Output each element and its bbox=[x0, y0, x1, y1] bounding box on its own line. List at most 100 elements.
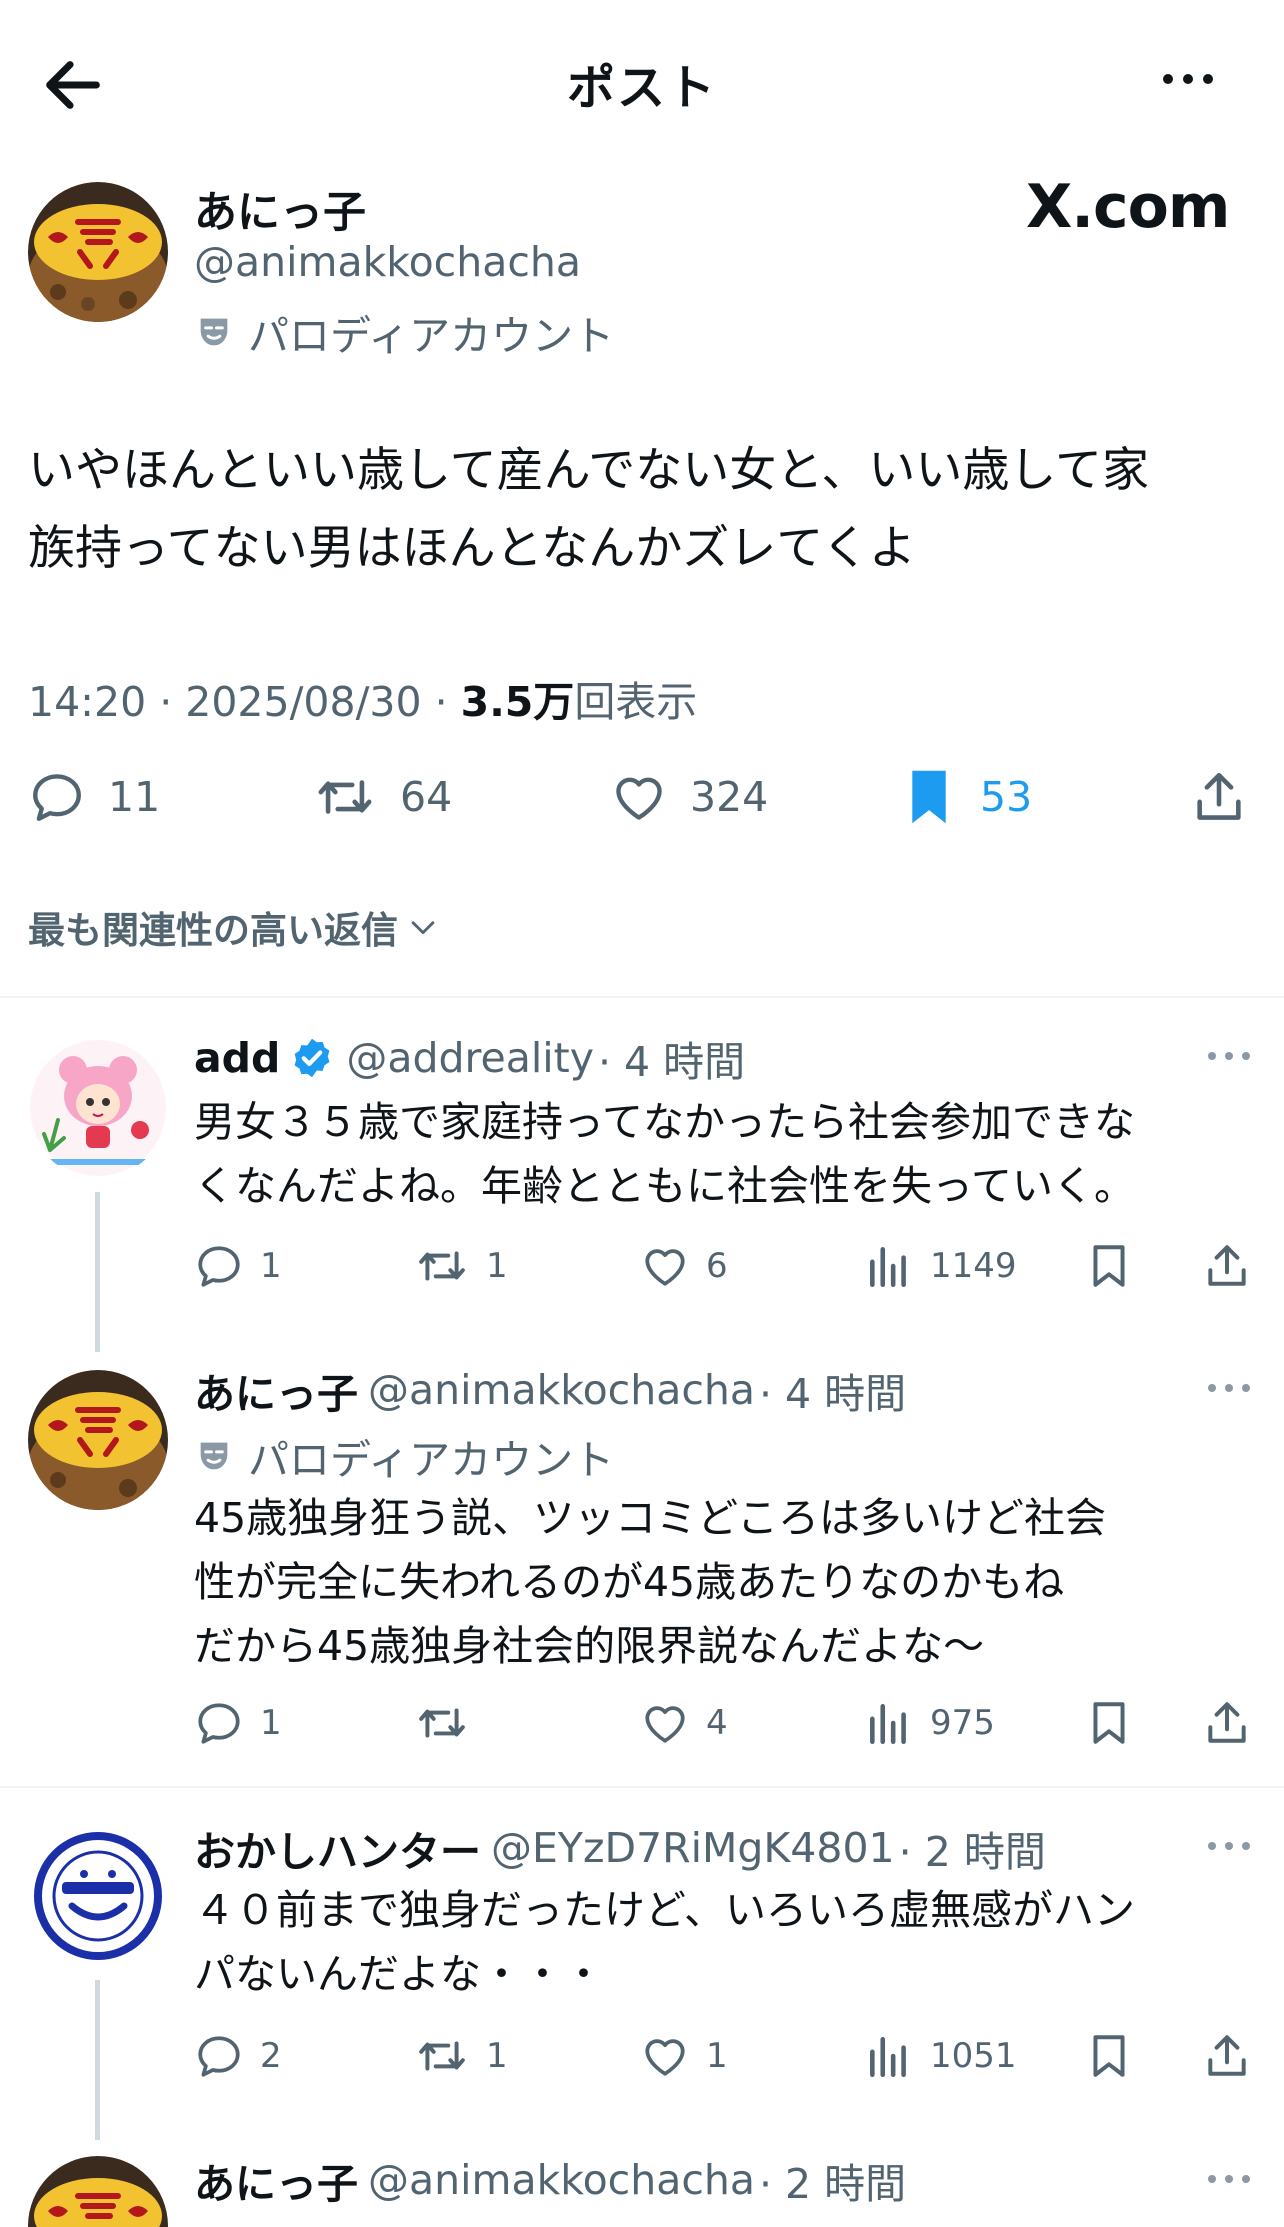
bookmark-icon bbox=[1093, 2035, 1125, 2077]
author-name[interactable]: あにっ子 bbox=[194, 178, 366, 240]
views-button[interactable]: 1051 bbox=[864, 2026, 1017, 2086]
verified-badge-icon bbox=[294, 1038, 330, 1078]
bookmark-button[interactable] bbox=[1084, 2026, 1134, 2086]
reply-handle[interactable]: @EYzD7RiMgK4801 bbox=[491, 1824, 895, 1872]
heart-icon bbox=[645, 1249, 685, 1286]
views-button[interactable]: 975 bbox=[864, 1693, 995, 1753]
author-avatar[interactable] bbox=[28, 182, 168, 322]
bookmark-button[interactable] bbox=[1084, 1693, 1134, 1753]
reply-time: · 2 時間 bbox=[898, 1828, 1046, 1876]
analytics-icon bbox=[870, 1247, 906, 1288]
reply-more-button[interactable] bbox=[1206, 1381, 1252, 1395]
retweet-icon bbox=[318, 780, 372, 814]
like-button[interactable]: 6 bbox=[640, 1236, 728, 1296]
reply-author-name[interactable]: add bbox=[194, 1034, 280, 1082]
reply-avatar[interactable] bbox=[28, 2156, 168, 2227]
share-icon bbox=[1208, 1702, 1246, 1743]
more-horizontal-icon bbox=[1208, 1052, 1250, 1060]
theater-mask-icon bbox=[200, 1442, 228, 1470]
reply-icon bbox=[33, 774, 81, 821]
reply-icon bbox=[198, 2036, 240, 2077]
heart-icon bbox=[645, 1706, 685, 1743]
reply-more-button[interactable] bbox=[1206, 1049, 1252, 1063]
reply-more-button[interactable] bbox=[1206, 1839, 1252, 1853]
divider bbox=[0, 1786, 1284, 1788]
reply-text: ４０前まで独身だったけど、いろいろ虚無感がハン パないんだよな・・・ bbox=[194, 1878, 1264, 2006]
retweet-button[interactable]: 64 bbox=[312, 762, 452, 832]
like-button[interactable]: 324 bbox=[610, 762, 768, 832]
omurice-avatar-image bbox=[28, 1370, 168, 1510]
post-text-line: いやほんといい歳して産んでない女と、いい歳して家 bbox=[28, 443, 1149, 498]
omurice-avatar-image bbox=[28, 2156, 168, 2227]
like-button[interactable]: 1 bbox=[640, 2026, 728, 2086]
reply-text-line: 45歳独身狂う説、ツッコミどころは多いけど社会 bbox=[194, 1494, 1106, 1542]
reply-more-button[interactable] bbox=[1206, 2172, 1252, 2186]
retweet-button[interactable]: 1 bbox=[414, 2026, 508, 2086]
reply-text-line: くなんだよね。年齢とともに社会性を失っていく。 bbox=[194, 1162, 1135, 1210]
parody-account-label: パロディアカウント bbox=[194, 1426, 614, 1486]
reply-text-line: ４０前まで独身だったけど、いろいろ虚無感がハン bbox=[194, 1886, 1135, 1934]
share-button[interactable] bbox=[1202, 1693, 1252, 1753]
reply-text: 45歳独身狂う説、ツッコミどころは多いけど社会 性が完全に失われるのが45歳あた… bbox=[194, 1486, 1264, 1678]
anime-girl-avatar-image bbox=[28, 1038, 168, 1178]
sort-label: 最も関連性の高い返信 bbox=[28, 909, 398, 952]
view-count: 975 bbox=[930, 1703, 995, 1743]
reply-author-name[interactable]: おかしハンター bbox=[194, 1818, 481, 1878]
share-button[interactable] bbox=[1202, 1236, 1252, 1296]
more-horizontal-icon bbox=[1208, 2175, 1250, 2183]
views-button[interactable]: 1149 bbox=[864, 1236, 1017, 1296]
reply-sort-dropdown[interactable]: 最も関連性の高い返信 bbox=[28, 900, 440, 954]
like-count: 4 bbox=[706, 1703, 728, 1743]
reply-icon bbox=[198, 1246, 240, 1287]
reply-time: · 4 時間 bbox=[758, 1370, 907, 1418]
reply-text-line: パないんだよな・・・ bbox=[194, 1950, 604, 1998]
bookmark-button[interactable]: 53 bbox=[900, 762, 1032, 832]
reply-button[interactable]: 11 bbox=[28, 762, 160, 832]
post-text-line: 族持ってない男はほんとなんかズレてくよ bbox=[28, 521, 916, 576]
like-button[interactable]: 4 bbox=[640, 1693, 728, 1753]
reply-avatar[interactable] bbox=[28, 1826, 168, 1966]
reply-icon bbox=[198, 1703, 240, 1744]
analytics-icon bbox=[870, 1704, 906, 1745]
more-horizontal-icon bbox=[1163, 74, 1213, 84]
thread-line bbox=[95, 1980, 100, 2140]
share-button[interactable] bbox=[1202, 2026, 1252, 2086]
retweet-button[interactable] bbox=[414, 1693, 486, 1753]
author-handle[interactable]: @animakkochacha bbox=[194, 238, 581, 286]
reply-count: 11 bbox=[108, 773, 161, 821]
bookmark-button[interactable] bbox=[1084, 1236, 1134, 1296]
reply-author-name[interactable]: あにっ子 bbox=[194, 2150, 358, 2210]
heart-icon bbox=[645, 2039, 685, 2076]
reply-header: あにっ子 @animakkochacha · 2 時間 bbox=[194, 2150, 906, 2210]
post-timestamp[interactable]: 14:20 · 2025/08/30 · bbox=[28, 678, 461, 726]
reply-count: 1 bbox=[260, 1246, 282, 1286]
reply-handle[interactable]: @animakkochacha bbox=[368, 1366, 755, 1414]
reply-text: 男女３５歳で家庭持ってなかったら社会参加できな くなんだよね。年齢とともに社会性… bbox=[194, 1090, 1264, 1218]
reply-button[interactable]: 1 bbox=[194, 1693, 282, 1753]
chevron-down-icon bbox=[411, 921, 435, 935]
reply-button[interactable]: 2 bbox=[194, 2026, 282, 2086]
reply-button[interactable]: 1 bbox=[194, 1236, 282, 1296]
reply-header: あにっ子 @animakkochacha · 4 時間 bbox=[194, 1360, 906, 1420]
share-icon bbox=[1208, 2035, 1246, 2076]
reply-actions: 2 1 1 1051 bbox=[194, 2026, 1254, 2086]
retweet-icon bbox=[419, 1708, 465, 1738]
more-button[interactable] bbox=[1158, 64, 1218, 94]
reply-count: 2 bbox=[260, 2036, 282, 2076]
reply-avatar[interactable] bbox=[28, 1370, 168, 1510]
reply-handle[interactable]: @animakkochacha bbox=[368, 2156, 755, 2204]
post-text: いやほんといい歳して産んでない女と、いい歳して家 族持ってない男はほんとなんかズ… bbox=[28, 432, 1258, 588]
heart-icon bbox=[616, 777, 662, 820]
retweet-button[interactable]: 1 bbox=[414, 1236, 508, 1296]
reply-author-name[interactable]: あにっ子 bbox=[194, 1360, 358, 1420]
thread-line bbox=[95, 1192, 100, 1352]
reply-handle[interactable]: @addreality bbox=[346, 1034, 594, 1082]
share-icon bbox=[1208, 1245, 1246, 1286]
reply-avatar[interactable] bbox=[28, 1038, 168, 1178]
reply-text-line: 男女３５歳で家庭持ってなかったら社会参加できな bbox=[194, 1098, 1135, 1146]
like-count: 1 bbox=[706, 2036, 728, 2076]
bookmark-count: 53 bbox=[980, 773, 1033, 821]
view-count: 1149 bbox=[930, 1246, 1017, 1286]
more-horizontal-icon bbox=[1208, 1842, 1250, 1850]
share-button[interactable] bbox=[1190, 762, 1248, 832]
